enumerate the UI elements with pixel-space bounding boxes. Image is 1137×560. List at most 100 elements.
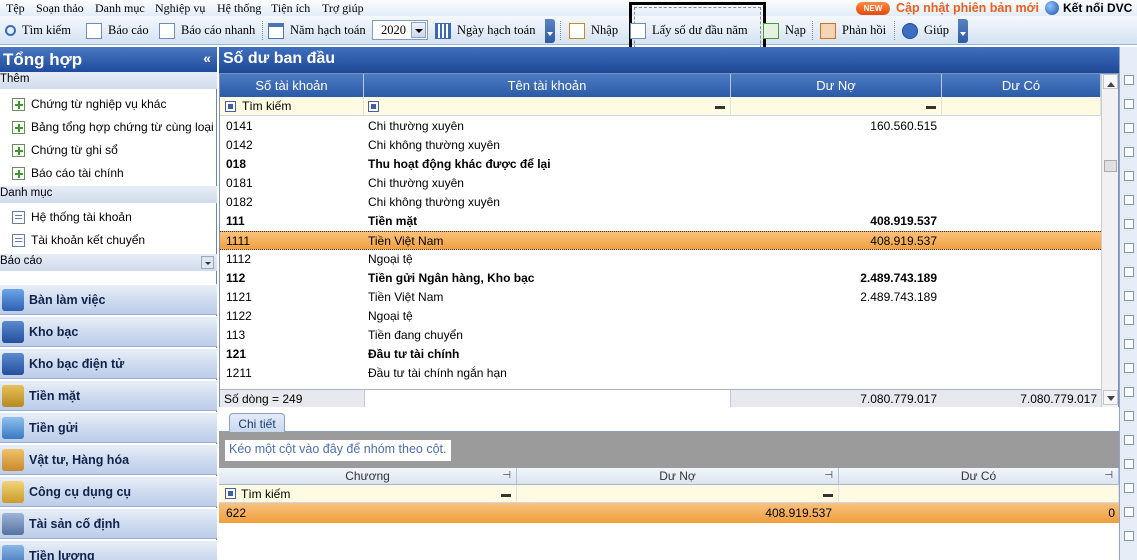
side-toggle-icon[interactable] (1124, 531, 1134, 541)
group-header-bao-cao[interactable]: Báo cáo (0, 254, 217, 271)
menu-tien-ich[interactable]: Tiện ích (271, 1, 310, 16)
scroll-down-button[interactable] (1103, 390, 1118, 405)
table-row[interactable]: 112 Tiền gửi Ngân hàng, Kho bạc 2.489.743.… (220, 269, 1101, 288)
column-header-credit[interactable]: Dư Có (942, 74, 1101, 97)
feedback-button[interactable]: Phản hồi (820, 19, 886, 42)
menu-he-thong[interactable]: Hệ thống (217, 1, 261, 16)
pin-icon[interactable]: ⊣ (824, 470, 833, 481)
side-toggle-icon[interactable] (1124, 507, 1134, 517)
filter-toggle-icon[interactable] (225, 101, 236, 112)
table-row[interactable]: 1111 Tiền Việt Nam 408.919.537 (220, 231, 1101, 250)
side-toggle-icon[interactable] (1124, 147, 1134, 157)
column-header-account-name[interactable]: Tên tài khoản (364, 74, 731, 97)
group-header-them[interactable]: Thêm (0, 72, 217, 89)
side-toggle-icon[interactable] (1124, 483, 1134, 493)
column-header-debit[interactable]: Dư Nợ (731, 74, 942, 97)
column-header-account-number[interactable]: Số tài khoản (220, 74, 364, 97)
side-toggle-icon[interactable] (1124, 243, 1134, 253)
left-item-bao-cao-tai-chinh[interactable]: Báo cáo tài chính (12, 163, 124, 183)
collapse-panel-icon[interactable]: « (203, 50, 211, 66)
group-by-area[interactable]: Kéo một cột vào đây để nhóm theo cột. (219, 432, 1119, 468)
nav-kho-bac-dien-tu[interactable]: Kho bạc điện tử (0, 348, 217, 379)
side-toggle-icon[interactable] (1124, 339, 1134, 349)
side-toggle-icon[interactable] (1124, 435, 1134, 445)
filter-equals-icon[interactable]: ▬ (715, 101, 725, 112)
side-toggle-icon[interactable] (1124, 291, 1134, 301)
table-row[interactable]: 0141 Chi thường xuyên 160.560.515 (220, 117, 1101, 136)
search-button[interactable]: Tìm kiếm (5, 19, 71, 42)
filter-equals-icon[interactable]: ▬ (926, 101, 936, 112)
scroll-up-button[interactable] (1103, 74, 1118, 89)
table-row[interactable]: 0142 Chi không thường xuyên (220, 136, 1101, 155)
side-toggle-icon[interactable] (1124, 195, 1134, 205)
table-row[interactable]: 1211 Đầu tư tài chính ngắn hạn (220, 364, 1101, 383)
pin-icon[interactable]: ⊣ (1104, 470, 1113, 481)
detail-table-row[interactable]: 622 408.919.537 0 (219, 503, 1119, 523)
update-version-link[interactable]: Cập nhật phiên bản mới (896, 1, 1039, 15)
menu-danh-muc[interactable]: Danh mục (95, 1, 145, 16)
load-button[interactable]: Nạp (763, 19, 806, 42)
table-row[interactable]: 1121 Tiền Việt Nam 2.489.743.189 (220, 288, 1101, 307)
nav-kho-bac[interactable]: Kho bạc (0, 316, 217, 347)
side-toggle-icon[interactable] (1124, 387, 1134, 397)
filter-cell-credit[interactable] (942, 97, 1101, 116)
menu-soan-thao[interactable]: Soạn thảo (36, 1, 84, 16)
nav-ban-lam-viec[interactable]: Bàn làm việc (0, 284, 217, 315)
left-item-he-thong-tai-khoan[interactable]: Hệ thống tài khoản (12, 207, 132, 227)
table-row[interactable]: 018 Thu hoạt động khác được để lại (220, 155, 1101, 174)
filter-cell-account-name[interactable]: ▬ (364, 97, 731, 116)
left-item-tai-khoan-ket-chuyen[interactable]: Tài khoản kết chuyển (12, 230, 145, 250)
nav-cong-cu-dung-cu[interactable]: Công cụ dụng cụ (0, 476, 217, 507)
left-item-chung-tu-ghi-so[interactable]: Chứng từ ghi sổ (12, 140, 118, 160)
import-button[interactable]: Nhập (569, 19, 618, 42)
nav-tai-san-co-dinh[interactable]: Tài sản cố định (0, 508, 217, 539)
table-row[interactable]: 111 Tiền mặt 408.919.537 (220, 212, 1101, 231)
filter-equals-icon[interactable]: ▬ (501, 489, 511, 500)
table-row[interactable]: 113 Tiền đang chuyển (220, 326, 1101, 345)
scroll-thumb[interactable] (1104, 160, 1117, 172)
side-toggle-icon[interactable] (1124, 411, 1134, 421)
pin-icon[interactable]: ⊣ (502, 470, 511, 481)
side-toggle-icon[interactable] (1124, 459, 1134, 469)
detail-column-header-debit[interactable]: Dư Nợ ⊣ (517, 468, 839, 485)
get-opening-balance-button[interactable]: Lấy số dư đầu năm (630, 19, 748, 42)
detail-filter-chapter[interactable]: Tìm kiếm ▬ (219, 485, 517, 503)
nav-tien-luong[interactable]: Tiền lương (0, 540, 217, 560)
side-toggle-icon[interactable] (1124, 363, 1134, 373)
filter-toggle-icon[interactable] (225, 488, 236, 499)
chevron-down-icon[interactable] (201, 256, 214, 269)
table-row[interactable]: 121 Đầu tư tài chính (220, 345, 1101, 364)
nav-tien-gui[interactable]: Tiền gửi (0, 412, 217, 443)
left-item-bang-tong-hop[interactable]: Bảng tổng hợp chứng từ cùng loại (12, 117, 214, 137)
side-toggle-icon[interactable] (1124, 171, 1134, 181)
chevron-down-icon[interactable] (411, 22, 426, 38)
side-toggle-icon[interactable] (1124, 99, 1134, 109)
quick-report-button[interactable]: Báo cáo nhanh (159, 19, 255, 42)
menu-tep[interactable]: Tệp (6, 1, 25, 16)
filter-cell-debit[interactable]: ▬ (731, 97, 942, 116)
help-button[interactable]: Giúp (902, 19, 949, 42)
toolbar-overflow-button[interactable] (545, 19, 555, 43)
left-item-chung-tu-nghiep-vu-khac[interactable]: Chứng từ nghiệp vụ khác (12, 94, 166, 114)
side-toggle-icon[interactable] (1124, 315, 1134, 325)
group-header-danh-muc[interactable]: Danh mục (0, 186, 217, 203)
table-row[interactable]: 1122 Ngoại tệ (220, 307, 1101, 326)
side-toggle-icon[interactable] (1124, 123, 1134, 133)
side-toggle-icon[interactable] (1124, 75, 1134, 85)
menu-nghiep-vu[interactable]: Nghiệp vụ (155, 1, 205, 16)
filter-cell-account-number[interactable]: Tìm kiếm (220, 97, 364, 116)
detail-filter-credit[interactable] (839, 485, 1119, 503)
detail-column-header-chapter[interactable]: Chương ⊣ (219, 468, 517, 485)
tab-chi-tiet[interactable]: Chi tiết (229, 413, 285, 433)
nav-vat-tu-hang-hoa[interactable]: Vật tư, Hàng hóa (0, 444, 217, 475)
nav-tien-mat[interactable]: Tiền mặt (0, 380, 217, 411)
detail-column-header-credit[interactable]: Dư Có ⊣ (839, 468, 1119, 485)
toolbar-overflow-button-2[interactable] (958, 19, 968, 43)
fiscal-year-select[interactable]: 2020 (372, 20, 428, 40)
report-button[interactable]: Báo cáo (86, 19, 149, 42)
detail-filter-debit[interactable]: ▬ (517, 485, 839, 503)
filter-equals-icon[interactable]: ▬ (823, 489, 833, 500)
connect-dvc-button[interactable]: Kết nối DVC (1045, 1, 1132, 15)
vertical-scrollbar[interactable] (1101, 74, 1118, 407)
table-row[interactable]: 0182 Chi không thường xuyên (220, 193, 1101, 212)
